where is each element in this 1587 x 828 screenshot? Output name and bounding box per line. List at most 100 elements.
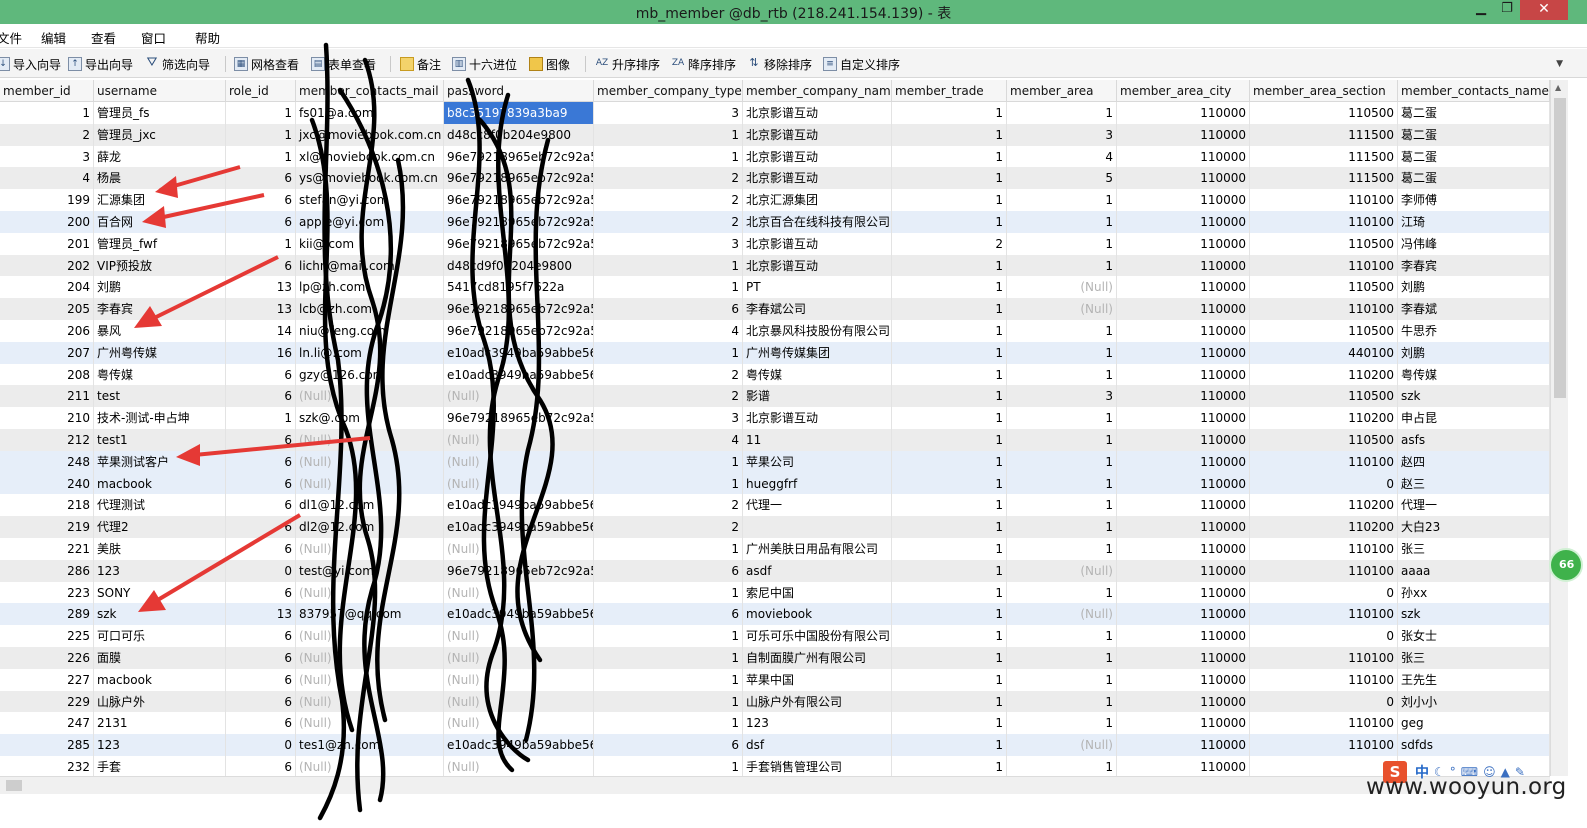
company-name-cell[interactable]: 北京百合在线科技有限公司: [743, 211, 892, 233]
area-cell[interactable]: 1: [1007, 450, 1117, 473]
col-contacts-name-header[interactable]: member_contacts_name: [1398, 80, 1550, 102]
area-section-cell[interactable]: 110100: [1250, 211, 1398, 233]
area-cell[interactable]: 1: [1007, 211, 1117, 233]
member-id-cell[interactable]: 232: [0, 756, 94, 776]
area-city-cell[interactable]: 110000: [1117, 429, 1250, 451]
contacts-name-cell[interactable]: 张三: [1398, 538, 1550, 560]
area-section-cell[interactable]: 440100: [1250, 341, 1398, 364]
area-cell[interactable]: 1: [1007, 625, 1117, 648]
area-cell[interactable]: (Null): [1007, 603, 1117, 626]
contacts-name-cell[interactable]: szk: [1398, 385, 1550, 408]
table-row[interactable]: 289 szk 13 837957@qq.com e10adc3949ba59abbe5…: [0, 603, 1550, 626]
password-cell[interactable]: e10adc3949ba59abbe56e: [444, 516, 594, 539]
area-city-cell[interactable]: 110000: [1117, 516, 1250, 539]
area-city-cell[interactable]: 110000: [1117, 472, 1250, 495]
company-type-cell[interactable]: 3: [594, 232, 743, 255]
password-cell[interactable]: (Null): [444, 385, 594, 408]
role-id-cell[interactable]: 6: [226, 472, 296, 495]
sort-asc-button[interactable]: AZ 升序排序: [595, 55, 660, 73]
contacts-name-cell[interactable]: 葛二蛋: [1398, 167, 1550, 190]
table-row[interactable]: 232 手套 6 (Null) (Null) 1 手套销售管理公司 1 1 110000: [0, 756, 1550, 776]
company-type-cell[interactable]: 2: [594, 516, 743, 539]
password-cell[interactable]: 96e79218965eb72c92a54: [444, 189, 594, 212]
member-id-cell[interactable]: 199: [0, 189, 94, 212]
trade-cell[interactable]: 2: [892, 232, 1007, 255]
company-name-cell[interactable]: 123: [743, 712, 892, 735]
company-type-cell[interactable]: 1: [594, 276, 743, 299]
table-row[interactable]: 223 SONY 6 (Null) (Null) 1 索尼中国 1 1 110000 0 孙xx: [0, 581, 1550, 604]
area-cell[interactable]: 3: [1007, 123, 1117, 146]
member-id-cell[interactable]: 212: [0, 429, 94, 451]
username-cell[interactable]: 粤传媒: [94, 363, 226, 386]
contacts-mail-cell[interactable]: lp@zh.com: [296, 276, 444, 299]
company-name-cell[interactable]: 代理一: [743, 494, 892, 517]
company-type-cell[interactable]: 2: [594, 363, 743, 386]
trade-cell[interactable]: 1: [892, 407, 1007, 430]
contacts-name-cell[interactable]: 大白23: [1398, 516, 1550, 539]
area-section-cell[interactable]: 110500: [1250, 320, 1398, 342]
area-cell[interactable]: 1: [1007, 189, 1117, 212]
contacts-mail-cell[interactable]: kii@.com: [296, 232, 444, 255]
username-cell[interactable]: 管理员_fwf: [94, 232, 226, 255]
contacts-name-cell[interactable]: 李春宾: [1398, 254, 1550, 277]
role-id-cell[interactable]: 6: [226, 756, 296, 776]
horizontal-scrollbar[interactable]: [0, 776, 1550, 794]
role-id-cell[interactable]: 1: [226, 102, 296, 124]
contacts-name-cell[interactable]: 冯伟峰: [1398, 232, 1550, 255]
table-row[interactable]: 225 可口可乐 6 (Null) (Null) 1 可乐可乐中国股份有限公司 1 1 11000…: [0, 625, 1550, 648]
company-type-cell[interactable]: 1: [594, 538, 743, 560]
area-cell[interactable]: 1: [1007, 712, 1117, 735]
area-city-cell[interactable]: 110000: [1117, 712, 1250, 735]
contacts-mail-cell[interactable]: xl@moviebook.com.cn: [296, 145, 444, 168]
company-type-cell[interactable]: 2: [594, 385, 743, 408]
contacts-name-cell[interactable]: 王先生: [1398, 668, 1550, 691]
member-id-cell[interactable]: 223: [0, 581, 94, 604]
company-name-cell[interactable]: 11: [743, 429, 892, 451]
member-id-cell[interactable]: 221: [0, 538, 94, 560]
contacts-name-cell[interactable]: 赵三: [1398, 472, 1550, 495]
area-section-cell[interactable]: 0: [1250, 690, 1398, 713]
company-type-cell[interactable]: 1: [594, 756, 743, 776]
trade-cell[interactable]: 1: [892, 341, 1007, 364]
contacts-name-cell[interactable]: 刘鹏: [1398, 341, 1550, 364]
role-id-cell[interactable]: 6: [226, 211, 296, 233]
table-row[interactable]: 2 管理员_jxc 1 jxc@moviebook.com.cn d48cc8f0b20…: [0, 123, 1550, 146]
table-row[interactable]: 210 技术-测试-申占坤 1 szk@.com 96e79218965eb72c92a…: [0, 407, 1550, 430]
contacts-name-cell[interactable]: 葛二蛋: [1398, 123, 1550, 146]
contacts-name-cell[interactable]: 李春斌: [1398, 298, 1550, 321]
trade-cell[interactable]: 1: [892, 494, 1007, 517]
company-name-cell[interactable]: 北京影谱互动: [743, 232, 892, 255]
role-id-cell[interactable]: 6: [226, 450, 296, 473]
area-section-cell[interactable]: 110100: [1250, 668, 1398, 691]
contacts-name-cell[interactable]: 葛二蛋: [1398, 145, 1550, 168]
username-cell[interactable]: 代理测试: [94, 494, 226, 517]
contacts-mail-cell[interactable]: tes1@zh.com: [296, 734, 444, 757]
contacts-mail-cell[interactable]: 837957@qq.com: [296, 603, 444, 626]
contacts-name-cell[interactable]: 葛二蛋: [1398, 102, 1550, 124]
area-cell[interactable]: 1: [1007, 690, 1117, 713]
area-section-cell[interactable]: 110100: [1250, 559, 1398, 582]
area-section-cell[interactable]: 110100: [1250, 189, 1398, 212]
password-cell[interactable]: 96e79218965eb72c92a54: [444, 232, 594, 255]
trade-cell[interactable]: 1: [892, 647, 1007, 669]
area-section-cell[interactable]: 110200: [1250, 363, 1398, 386]
company-type-cell[interactable]: 1: [594, 668, 743, 691]
trade-cell[interactable]: 1: [892, 472, 1007, 495]
menu-view[interactable]: 查看: [91, 28, 116, 47]
menu-edit[interactable]: 编辑: [41, 28, 66, 47]
area-city-cell[interactable]: 110000: [1117, 189, 1250, 212]
table-row[interactable]: 218 代理测试 6 dl1@12.com e10adc3949ba59abbe56e 2…: [0, 494, 1550, 517]
trade-cell[interactable]: 1: [892, 625, 1007, 648]
trade-cell[interactable]: 1: [892, 385, 1007, 408]
col-area-city-header[interactable]: member_area_city: [1117, 80, 1250, 102]
contacts-mail-cell[interactable]: (Null): [296, 668, 444, 691]
role-id-cell[interactable]: 14: [226, 320, 296, 342]
member-id-cell[interactable]: 3: [0, 145, 94, 168]
company-name-cell[interactable]: [743, 516, 892, 539]
area-cell[interactable]: 1: [1007, 320, 1117, 342]
role-id-cell[interactable]: 6: [226, 167, 296, 190]
role-id-cell[interactable]: 6: [226, 538, 296, 560]
company-name-cell[interactable]: moviebook: [743, 603, 892, 626]
trade-cell[interactable]: 1: [892, 276, 1007, 299]
password-cell[interactable]: 96e79218965eb72c92a54: [444, 298, 594, 321]
